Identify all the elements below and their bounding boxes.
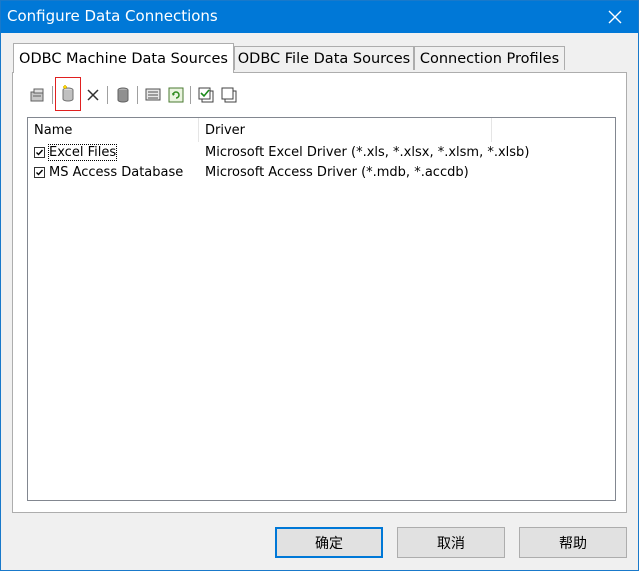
checkmark-icon (36, 169, 44, 176)
properties-icon (30, 88, 44, 102)
row-driver: Microsoft Access Driver (*.mdb, *.accdb) (205, 165, 469, 180)
column-header-driver[interactable]: Driver (199, 118, 492, 142)
ok-button[interactable]: 确定 (275, 527, 383, 558)
column-header-label: Name (34, 122, 73, 138)
configure-icon (145, 88, 161, 101)
delete-button[interactable] (82, 84, 104, 106)
new-data-source-button[interactable] (55, 77, 81, 111)
check-all-button[interactable] (195, 84, 217, 106)
toolbar-separator (107, 86, 108, 104)
ok-button-label: 确定 (315, 535, 343, 552)
tab-odbc-machine-data-sources[interactable]: ODBC Machine Data Sources (13, 43, 234, 73)
window-title: Configure Data Connections (7, 7, 218, 25)
configure-button[interactable] (142, 84, 164, 106)
toolbar-separator (52, 86, 53, 104)
cancel-button[interactable]: 取消 (397, 527, 505, 558)
row-driver: Microsoft Excel Driver (*.xls, *.xlsx, *… (205, 145, 530, 160)
title-bar[interactable]: Configure Data Connections (1, 1, 638, 33)
close-icon (608, 10, 622, 24)
list-item[interactable]: MS Access Database Microsoft Access Driv… (28, 163, 615, 183)
toolbar-separator (137, 86, 138, 104)
tab-connection-profiles[interactable]: Connection Profiles (414, 46, 565, 70)
tab-label: ODBC Machine Data Sources (19, 50, 228, 67)
tab-odbc-file-data-sources[interactable]: ODBC File Data Sources (234, 46, 414, 70)
tab-label: ODBC File Data Sources (237, 50, 411, 67)
cancel-button-label: 取消 (437, 535, 465, 552)
row-name: MS Access Database (49, 165, 184, 180)
uncheck-all-button[interactable] (218, 84, 240, 106)
tab-panel: Name Driver Excel Files Microsoft Excel … (12, 72, 627, 513)
toolbar (27, 77, 427, 111)
uncheck-all-icon (221, 87, 237, 103)
list-item[interactable]: Excel Files Microsoft Excel Driver (*.xl… (28, 143, 615, 163)
new-data-source-icon (62, 84, 74, 102)
data-source-list[interactable]: Name Driver Excel Files Microsoft Excel … (27, 117, 616, 501)
help-button-label: 帮助 (559, 535, 587, 552)
refresh-button[interactable] (165, 84, 187, 106)
tab-strip: ODBC Machine Data Sources ODBC File Data… (13, 43, 633, 73)
properties-button[interactable] (27, 84, 49, 106)
delete-icon (87, 89, 99, 101)
check-all-icon (198, 87, 214, 103)
tab-label: Connection Profiles (419, 50, 560, 67)
row-checkbox[interactable] (34, 167, 45, 178)
database-icon (117, 87, 129, 103)
refresh-icon (168, 87, 184, 103)
help-button[interactable]: 帮助 (519, 527, 627, 558)
list-header: Name Driver (28, 118, 615, 142)
close-button[interactable] (592, 1, 638, 33)
row-checkbox[interactable] (34, 147, 45, 158)
column-header-name[interactable]: Name (28, 118, 199, 142)
row-name: Excel Files (47, 144, 118, 161)
checkmark-icon (36, 149, 44, 156)
dialog-window: Configure Data Connections ODBC Machine … (0, 0, 639, 571)
database-button[interactable] (112, 84, 134, 106)
toolbar-separator (190, 86, 191, 104)
column-header-label: Driver (205, 122, 246, 138)
